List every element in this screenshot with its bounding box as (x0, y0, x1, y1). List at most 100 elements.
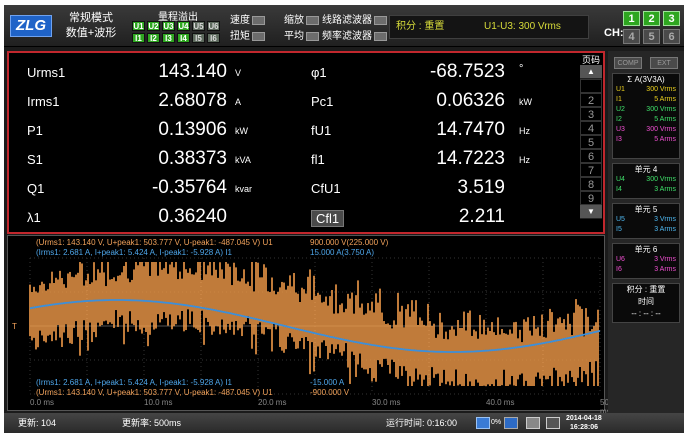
top-bar: ZLG 常规模式 数值+波形 量程溢出 U1 U2 U3 U4 U5 U6 I1 I2 I3 I4… (4, 5, 684, 47)
torque-label: 扭矩 (230, 31, 250, 42)
range-line-u5: U5 3 Vrms (613, 216, 679, 226)
measurement-panel: Urms1 143.140 V Irms1 2.68078 A P1 0.13906 kW S1 0… (7, 51, 605, 234)
range-channel: U3 (616, 126, 625, 133)
channel-button-6[interactable]: 6 (663, 29, 680, 44)
measurement-value: 14.7223 (436, 148, 505, 169)
measurement-unit: ° (519, 63, 524, 75)
channel-button-3[interactable]: 3 (663, 11, 680, 26)
time-tick: 30.0 ms (372, 398, 401, 407)
page-button-2[interactable]: 2 (580, 93, 602, 107)
unit5-ranges: U5 3 Vrms I5 3 Arms (613, 216, 679, 236)
range-value: 5 Arms (654, 116, 676, 123)
zoom-toggle[interactable]: 缩放 (284, 14, 319, 27)
bottom-current-scale: -15.000 A (310, 378, 345, 387)
network-icon (504, 417, 518, 429)
unit5-card[interactable]: 单元 5 U5 3 Vrms I5 3 Arms (612, 203, 680, 239)
range-value: 300 Vrms (646, 126, 676, 133)
range-value: 5 Arms (654, 136, 676, 143)
page-button-4[interactable]: 4 (580, 121, 602, 135)
range-line-u6: U6 3 Vrms (613, 256, 679, 266)
range-line-i2: I2 5 Arms (613, 116, 679, 126)
top-voltage-scale: 900.000 V(225.000 V) (310, 238, 389, 247)
range-chip-i3: I3 (162, 33, 175, 43)
integration-card: 积分 : 重置 时间 -- : -- : -- (612, 283, 680, 323)
channel-button-5[interactable]: 5 (643, 29, 660, 44)
freq-filter-label: 频率滤波器 (322, 31, 372, 42)
range-channel: I1 (616, 96, 622, 103)
mode-indicator[interactable]: 常规模式 数值+波形 (60, 11, 122, 41)
speed-toggle[interactable]: 速度 (230, 14, 265, 27)
monitor-icon (546, 417, 560, 429)
range-chip-u3: U3 (162, 21, 175, 31)
top-voltage-label: (Urms1: 143.140 V, U+peak1: 503.777 V, U… (36, 238, 273, 247)
range-value: 300 Vrms (646, 86, 676, 93)
page-button-8[interactable]: 8 (580, 177, 602, 191)
unit4-card[interactable]: 单元 4 U4 300 Vrms I4 3 Arms (612, 163, 680, 199)
range-channel: I3 (616, 136, 622, 143)
top-current-label: (Irms1: 2.681 A, I+peak1: 5.424 A, I-pea… (36, 248, 232, 257)
range-channel: U5 (616, 216, 625, 223)
unit6-card[interactable]: 单元 6 U6 3 Vrms I6 3 Arms (612, 243, 680, 279)
measurement-unit: Hz (519, 126, 530, 136)
range-channel: I2 (616, 116, 622, 123)
range-line-u4: U4 300 Vrms (613, 176, 679, 186)
freq-filter-toggle[interactable]: 频率滤波器 (322, 30, 387, 43)
range-chip-u1: U1 (132, 21, 145, 31)
range-line-i3: I3 5 Arms (613, 136, 679, 146)
measurement-row-pc1[interactable]: Pc1 0.06326 kW (9, 90, 569, 112)
range-value: 300 Vrms (646, 176, 676, 183)
zoom-indicator (306, 15, 319, 25)
status-time: 16:28:06 (570, 424, 599, 431)
page-button-5[interactable]: 5 (580, 135, 602, 149)
range-channel: I6 (616, 266, 622, 273)
channel-button-2[interactable]: 2 (643, 11, 660, 26)
average-toggle[interactable]: 平均 (284, 30, 319, 43)
channel-button-4[interactable]: 4 (623, 29, 640, 44)
measurement-row-fi1[interactable]: fl1 14.7223 Hz (9, 148, 569, 170)
range-chip-i5: I5 (192, 33, 205, 43)
unit5-title: 单元 5 (634, 205, 658, 214)
page-button-1[interactable]: 1 (580, 79, 602, 93)
page-down-button[interactable]: ▼ (580, 205, 602, 219)
measurement-row-cfu1[interactable]: CfU1 3.519 (9, 177, 569, 199)
unit6-ranges: U6 3 Vrms I6 3 Arms (613, 256, 679, 276)
page-button-9[interactable]: 9 (580, 191, 602, 205)
analyzer-screen: ZLG 常规模式 数值+波形 量程溢出 U1 U2 U3 U4 U5 U6 I1 I2 I3 I4… (4, 5, 684, 433)
torque-toggle[interactable]: 扭矩 (230, 30, 265, 43)
printer-icon (526, 417, 540, 429)
time-tick: 0.0 ms (30, 398, 55, 407)
line-filter-toggle[interactable]: 线路滤波器 (322, 14, 387, 27)
time-tick: 40.0 ms (486, 398, 515, 407)
range-chip-i1: I1 (132, 33, 145, 43)
page-selector: 页码 ▲ 123456789 ▼ (580, 55, 602, 231)
integration-range: U1-U3: 300 Vrms (484, 21, 561, 32)
sigma-a-ranges: U1 300 Vrms I1 5 Arms U2 300 Vrms I2 5 Arms U3 30… (613, 86, 679, 146)
unit4-title: 单元 4 (634, 165, 658, 174)
ext-button[interactable]: EXT (650, 57, 678, 69)
page-button-7[interactable]: 7 (580, 163, 602, 177)
range-chip-i2: I2 (147, 33, 160, 43)
line-filter-label: 线路滤波器 (322, 15, 372, 26)
mode-line1: 常规模式 (69, 12, 113, 24)
range-chip-u2: U2 (147, 21, 160, 31)
page-button-6[interactable]: 6 (580, 149, 602, 163)
sigma-a-card[interactable]: Σ A(3V3A) U1 300 Vrms I1 5 Arms U2 300 Vrms I2… (612, 73, 680, 159)
measurement-row-fu1[interactable]: fU1 14.7470 Hz (9, 119, 569, 141)
bottom-current-label: (Irms1: 2.681 A, I+peak1: 5.424 A, I-pea… (36, 378, 232, 387)
waveform-display[interactable]: (Urms1: 143.140 V, U+peak1: 503.777 V, U… (7, 235, 616, 416)
comp-button[interactable]: COMP (614, 57, 642, 69)
integration-label: 积分 : 重置 (396, 21, 445, 32)
page-button-3[interactable]: 3 (580, 107, 602, 121)
range-line-u1: U1 300 Vrms (613, 86, 679, 96)
measurement-row-cfi1[interactable]: Cfl1 2.211 (9, 206, 569, 228)
page-up-button[interactable]: ▲ (580, 65, 602, 79)
range-chip-u4: U4 (177, 21, 190, 31)
range-value: 3 Vrms (654, 256, 676, 263)
range-side-panel: COMP EXT Σ A(3V3A) U1 300 Vrms I1 5 Arms U2 3… (608, 51, 684, 413)
channel-button-1[interactable]: 1 (623, 11, 640, 26)
trigger-marker: T (12, 322, 17, 331)
measurement-row-φ1[interactable]: φ1 -68.7523 ° (9, 61, 569, 83)
range-line-i4: I4 3 Arms (613, 186, 679, 196)
range-channel: I4 (616, 186, 622, 193)
freq-filter-indicator (374, 31, 387, 41)
